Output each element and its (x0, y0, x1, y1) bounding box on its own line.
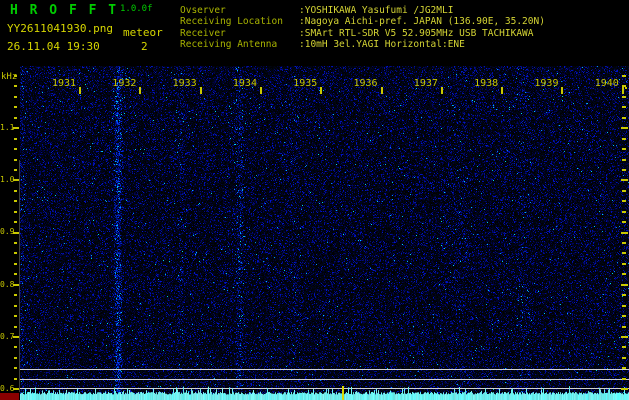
time-tick (621, 87, 624, 94)
freq-tick-left (14, 262, 17, 265)
freq-tick-left (14, 294, 17, 297)
freq-tick-right (622, 158, 626, 161)
freq-tick-left (14, 252, 17, 255)
axis-overlay: 1931 1932 1933 1934 1935 1936 1937 1938 1939 1940… (0, 0, 629, 400)
freq-tick-right (621, 127, 628, 130)
freq-tick-left (14, 158, 17, 161)
freq-tick-right (621, 388, 628, 391)
freq-tick-left (14, 356, 17, 359)
freq-tick-left (14, 367, 17, 370)
freq-tick-left (14, 85, 17, 88)
freq-axis-label: 0.7 (0, 331, 15, 341)
freq-tick-left (13, 231, 19, 234)
freq-tick-right (622, 294, 626, 297)
freq-tick-right (621, 283, 628, 286)
freq-tick-right (622, 242, 626, 245)
freq-tick-right (622, 325, 626, 328)
freq-axis-label: 0.6 (0, 384, 15, 393)
freq-tick-right (622, 315, 626, 318)
hrofft-window: H R O F F T 1.0.0f YY2611041930.png mete… (0, 0, 629, 400)
time-label: 1939 (534, 78, 559, 89)
time-label: 1932 (112, 78, 137, 89)
time-tick (501, 87, 504, 94)
freq-tick-right (622, 189, 626, 192)
freq-tick-left (14, 315, 17, 318)
freq-tick-right (622, 85, 626, 88)
freq-tick-right (622, 200, 626, 203)
freq-tick-right (622, 252, 626, 255)
freq-tick-left (14, 168, 17, 171)
time-tick (139, 87, 142, 94)
freq-tick-right (622, 95, 626, 98)
freq-tick-right (622, 75, 626, 77)
time-tick (259, 87, 262, 94)
freq-tick-left (14, 346, 17, 349)
freq-tick-left (14, 325, 17, 328)
time-label: 1937 (413, 78, 438, 89)
freq-tick-left (14, 200, 17, 203)
freq-tick-left (14, 106, 17, 109)
freq-axis-label: 1.1 (0, 123, 15, 132)
freq-tick-left (13, 283, 19, 286)
freq-tick-right (622, 346, 626, 349)
freq-tick-left (13, 179, 19, 182)
time-label: 1935 (293, 78, 318, 89)
time-label: 1933 (172, 78, 197, 89)
freq-tick-left (14, 95, 17, 98)
freq-tick-left (13, 336, 19, 338)
freq-tick-right (622, 262, 626, 265)
freq-tick-right (622, 356, 626, 359)
freq-tick-left (13, 388, 19, 391)
freq-tick-right (622, 168, 626, 171)
freq-tick-left (13, 127, 19, 130)
time-label: 1931 (52, 78, 77, 89)
freq-tick-right (621, 336, 628, 338)
time-tick (199, 87, 202, 94)
freq-tick-right (621, 231, 628, 234)
freq-tick-right (622, 116, 626, 119)
freq-axis-label: 0.8 (0, 279, 15, 289)
time-label: 1940 (594, 78, 619, 89)
freq-tick-left (14, 75, 17, 77)
freq-tick-left (14, 189, 17, 192)
freq-tick-left (14, 148, 17, 151)
freq-tick-right (622, 367, 626, 370)
time-tick (320, 87, 323, 94)
freq-tick-left (14, 304, 17, 307)
time-label: 1936 (353, 78, 378, 89)
freq-tick-left (14, 210, 17, 213)
freq-tick-right (621, 179, 628, 182)
freq-tick-right (622, 304, 626, 307)
time-tick (561, 87, 564, 94)
freq-tick-right (622, 106, 626, 109)
freq-tick-right (622, 148, 626, 151)
time-tick (79, 87, 81, 94)
freq-tick-left (14, 137, 17, 140)
freq-tick-right (622, 210, 626, 213)
freq-tick-right (622, 137, 626, 140)
freq-tick-left (14, 221, 17, 224)
freq-tick-left (14, 377, 17, 380)
time-tick (380, 87, 383, 94)
freq-tick-left (14, 116, 17, 119)
freq-tick-right (622, 221, 626, 224)
freq-tick-left (14, 273, 17, 276)
event-marker-red-box (0, 393, 19, 400)
freq-tick-right (622, 273, 626, 276)
time-tick (440, 87, 443, 94)
freq-axis-label: 0.9 (0, 227, 15, 237)
freq-tick-left (14, 242, 17, 245)
time-label: 1934 (232, 78, 257, 89)
freq-axis-label: 1.0 (0, 175, 15, 185)
freq-tick-right (622, 377, 626, 380)
time-label: 1938 (474, 78, 499, 89)
